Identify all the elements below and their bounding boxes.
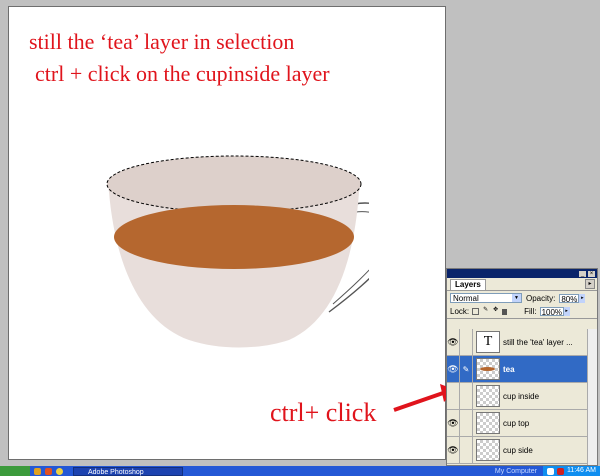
teacup-illustration bbox=[106, 155, 369, 348]
clock-area: 11:46 AM bbox=[542, 466, 600, 476]
start-button[interactable] bbox=[0, 466, 30, 476]
palette-menu-arrow-icon[interactable]: ▸ bbox=[585, 279, 595, 289]
tab-layers[interactable]: Layers bbox=[450, 279, 486, 290]
opacity-label: Opacity: bbox=[526, 293, 556, 303]
minimize-icon[interactable]: _ bbox=[579, 270, 586, 277]
link-cell[interactable] bbox=[460, 437, 473, 463]
layer-name: cup top bbox=[503, 418, 530, 428]
clock: 11:46 AM bbox=[566, 467, 596, 474]
layers-scrollbar[interactable] bbox=[587, 329, 597, 465]
instruction-line-1: still the ‘tea’ layer in selection bbox=[29, 29, 295, 54]
chevron-down-icon[interactable]: ▼ bbox=[512, 294, 521, 302]
layer-row-cup-side[interactable]: 👁 cup side bbox=[447, 437, 589, 464]
layers-list: 👁 T still the 'tea' layer ... 👁 ✎ tea cu… bbox=[447, 329, 589, 464]
cup-side-thumbnail bbox=[476, 439, 500, 461]
fill-arrow-icon[interactable]: ▸ bbox=[563, 307, 570, 316]
tray-my-computer[interactable]: My Computer bbox=[495, 468, 537, 475]
layer-name: cup side bbox=[503, 445, 533, 455]
tray-icon[interactable] bbox=[546, 467, 554, 475]
layer-name: tea bbox=[503, 364, 515, 374]
blend-mode-value: Normal bbox=[453, 294, 479, 303]
link-cell[interactable] bbox=[460, 383, 473, 409]
eye-icon[interactable]: 👁 bbox=[447, 437, 460, 463]
eye-icon[interactable]: 👁 bbox=[447, 410, 460, 436]
opacity-arrow-icon[interactable]: ▸ bbox=[579, 293, 586, 303]
lock-brush-icon[interactable]: ✎ bbox=[482, 307, 489, 315]
lock-all-icon[interactable] bbox=[502, 308, 508, 315]
lock-transparency-icon[interactable] bbox=[472, 308, 480, 315]
eye-icon[interactable]: 👁 bbox=[447, 329, 460, 355]
lock-row: Lock: ✎ ✥ Fill: 100% ▸ bbox=[447, 305, 597, 319]
layer-row-tea[interactable]: 👁 ✎ tea bbox=[447, 356, 589, 383]
fill-input[interactable]: 100% bbox=[539, 307, 564, 317]
quicklaunch-icon[interactable] bbox=[34, 467, 41, 475]
link-cell[interactable] bbox=[460, 329, 473, 355]
tray-icon[interactable] bbox=[556, 467, 564, 475]
eye-toggle-empty[interactable] bbox=[447, 383, 460, 409]
layer-name: cup inside bbox=[503, 391, 540, 401]
blend-mode-select[interactable]: Normal ▼ bbox=[450, 293, 522, 303]
fill-label: Fill: bbox=[524, 307, 537, 316]
layer-row-cup-top[interactable]: 👁 cup top bbox=[447, 410, 589, 437]
cup-top-thumbnail bbox=[476, 412, 500, 434]
instruction-line-2: ctrl + click on the cupinside layer bbox=[35, 61, 330, 86]
taskbar-photoshop-button[interactable]: Adobe Photoshop bbox=[73, 466, 183, 476]
lock-label: Lock: bbox=[450, 307, 470, 316]
layer-row-text[interactable]: 👁 T still the 'tea' layer ... bbox=[447, 329, 589, 356]
layer-row-cup-inside[interactable]: cup inside bbox=[447, 383, 589, 410]
windows-taskbar: Adobe Photoshop My Computer 11:46 AM bbox=[0, 466, 600, 476]
tea-surface bbox=[114, 205, 354, 269]
brush-icon[interactable]: ✎ bbox=[460, 356, 473, 382]
eye-icon[interactable]: 👁 bbox=[447, 356, 460, 382]
text-layer-thumbnail: T bbox=[476, 331, 500, 353]
quicklaunch-icon[interactable] bbox=[56, 467, 63, 475]
blend-row: Normal ▼ Opacity: 80% ▸ bbox=[447, 291, 597, 305]
link-cell[interactable] bbox=[460, 410, 473, 436]
palette-tabs: Layers ▸ bbox=[447, 278, 597, 291]
cup-inside-thumbnail bbox=[476, 385, 500, 407]
quicklaunch-icon[interactable] bbox=[45, 467, 52, 475]
tea-layer-thumbnail bbox=[476, 358, 500, 380]
system-tray: My Computer 11:46 AM bbox=[495, 466, 600, 476]
close-icon[interactable]: × bbox=[588, 270, 595, 277]
lock-move-icon[interactable]: ✥ bbox=[492, 307, 499, 315]
layers-palette: _ × Layers ▸ Normal ▼ Opacity: 80% ▸ Loc… bbox=[446, 268, 598, 466]
palette-titlebar: _ × bbox=[447, 269, 597, 278]
document-canvas[interactable]: still the ‘tea’ layer in selection ctrl … bbox=[8, 6, 446, 460]
opacity-input[interactable]: 80% bbox=[559, 293, 580, 304]
layer-name: still the 'tea' layer ... bbox=[503, 337, 573, 347]
ctrl-click-callout: ctrl+ click bbox=[270, 398, 377, 427]
